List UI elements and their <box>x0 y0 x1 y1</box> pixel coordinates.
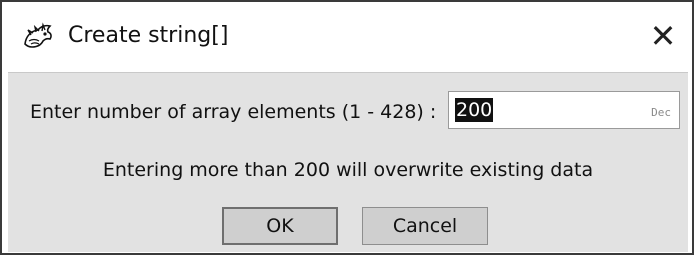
dialog-title: Create string[] <box>68 23 229 48</box>
element-count-label: Enter number of array elements (1 - 428)… <box>30 101 437 123</box>
title-bar[interactable]: Create string[] ✕ <box>2 2 692 70</box>
create-string-dialog: Create string[] ✕ Enter number of array … <box>0 0 694 255</box>
element-count-input[interactable]: 200 Dec <box>448 91 680 129</box>
ok-button[interactable]: OK <box>222 207 338 245</box>
overwrite-warning: Entering more than 200 will overwrite ex… <box>102 159 594 181</box>
number-base-indicator: Dec <box>651 106 671 119</box>
dragon-icon <box>22 22 54 50</box>
close-button[interactable]: ✕ <box>634 2 692 70</box>
dialog-content: Enter number of array elements (1 - 428)… <box>8 72 688 252</box>
cancel-button[interactable]: Cancel <box>362 207 488 245</box>
element-count-value[interactable]: 200 <box>455 98 494 122</box>
